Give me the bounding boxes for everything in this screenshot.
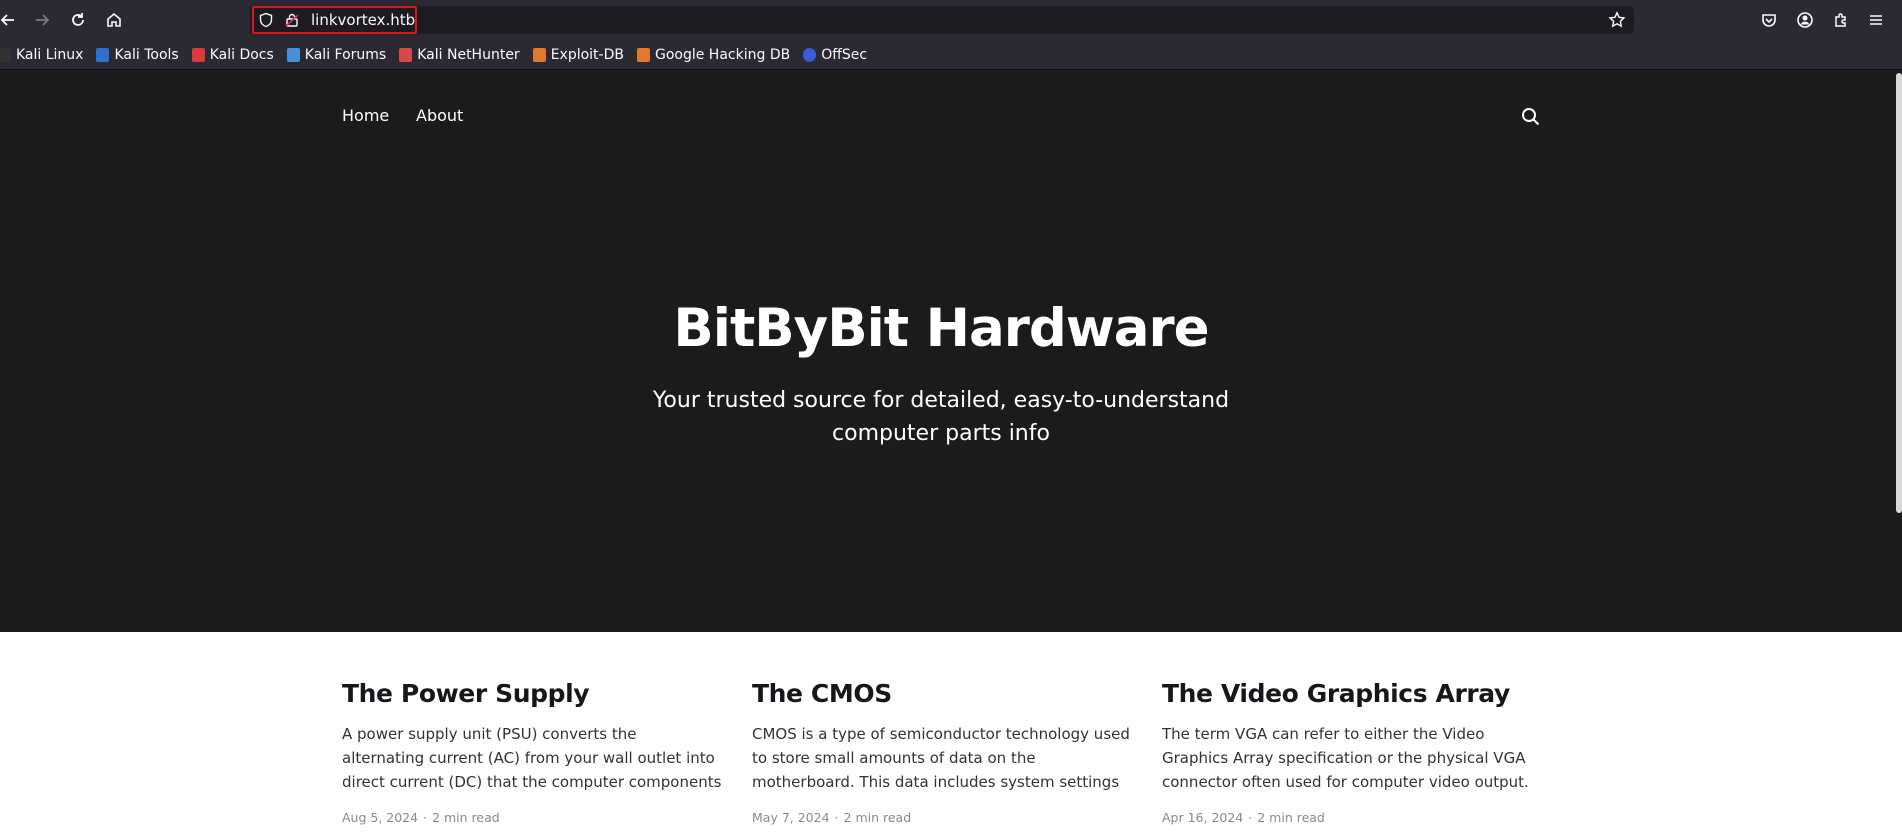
bookmark-star-icon[interactable] — [1608, 11, 1626, 29]
kali-nethunter-icon — [399, 47, 413, 62]
bookmark-label: OffSec — [821, 46, 868, 63]
pocket-button[interactable] — [1757, 8, 1781, 32]
post-title[interactable]: The Power Supply — [342, 676, 722, 712]
post-reading-time: 2 min read — [843, 810, 912, 825]
post-date: May 7, 2024 — [752, 810, 830, 825]
hamburger-menu-icon — [1870, 15, 1882, 25]
back-arrow-icon — [0, 14, 14, 26]
post-title[interactable]: The CMOS — [752, 676, 1132, 712]
bookmark-kali-tools[interactable]: Kali Tools — [96, 46, 179, 63]
post-excerpt: A power supply unit (PSU) converts the a… — [342, 725, 722, 791]
post-excerpt: CMOS is a type of semiconductor technolo… — [752, 725, 1130, 791]
post-excerpt: The term VGA can refer to either the Vid… — [1162, 725, 1529, 791]
meta-separator: · — [834, 810, 839, 825]
scrollbar[interactable] — [1896, 73, 1902, 513]
nav-about-link[interactable]: About — [416, 106, 463, 125]
nav-home-link[interactable]: Home — [342, 106, 389, 125]
reload-button[interactable] — [66, 8, 90, 32]
post-reading-time: 2 min read — [1257, 810, 1325, 825]
post-title[interactable]: The Video Graphics Array — [1162, 676, 1542, 712]
back-button[interactable] — [0, 8, 20, 32]
browser-toolbar: linkvortex.htb — [0, 0, 1902, 40]
site-hero: Home About BitByBit Hardware Your truste… — [0, 70, 1902, 632]
bookmark-kali-nethunter[interactable]: Kali NetHunter — [399, 46, 520, 63]
post-meta: Apr 16, 2024 · 2 min read — [1162, 810, 1542, 825]
bookmark-exploit-db[interactable]: Exploit-DB — [532, 46, 624, 63]
bookmark-label: Kali Forums — [304, 46, 387, 63]
account-button[interactable] — [1793, 8, 1817, 32]
search-icon[interactable] — [1520, 106, 1542, 128]
google-hacking-db-icon — [636, 47, 650, 62]
bookmark-label: Kali Linux — [16, 46, 84, 63]
bookmarks-bar: Kali Linux Kali Tools Kali Docs Kali For… — [0, 40, 1902, 70]
post-card[interactable]: The CMOS CMOS is a type of semiconductor… — [752, 676, 1132, 825]
exploit-db-icon — [532, 47, 546, 62]
bookmark-kali-linux[interactable]: Kali Linux — [0, 47, 83, 63]
post-date: Aug 5, 2024 — [342, 810, 419, 825]
kali-dragon-icon — [0, 47, 11, 62]
url-bar[interactable] — [250, 6, 1634, 34]
menu-button[interactable] — [1864, 8, 1888, 32]
bookmark-google-hacking-db[interactable]: Google Hacking DB — [636, 46, 791, 63]
kali-forums-icon — [286, 47, 300, 62]
bookmark-offsec[interactable]: OffSec — [803, 47, 867, 63]
home-button[interactable] — [102, 8, 126, 32]
forward-button[interactable] — [30, 8, 54, 32]
bookmark-label: Google Hacking DB — [654, 46, 791, 63]
url-highlight-box — [252, 6, 417, 34]
puzzle-icon — [1835, 13, 1846, 27]
reload-icon — [72, 13, 84, 26]
site-title: BitByBit Hardware — [673, 298, 1209, 359]
post-date: Apr 16, 2024 — [1162, 810, 1244, 825]
kali-tools-icon — [96, 47, 110, 62]
pocket-icon — [1762, 14, 1776, 27]
post-card[interactable]: The Power Supply A power supply unit (PS… — [342, 676, 722, 825]
post-meta: Aug 5, 2024 · 2 min read — [342, 810, 722, 825]
meta-separator: · — [423, 810, 428, 825]
post-meta: May 7, 2024 · 2 min read — [752, 810, 1132, 825]
offsec-icon — [803, 47, 817, 62]
post-reading-time: 2 min read — [432, 810, 500, 825]
site-description: Your trusted source for detailed, easy-t… — [652, 388, 1230, 446]
forward-arrow-icon — [36, 14, 50, 26]
post-card[interactable]: The Video Graphics Array The term VGA ca… — [1162, 676, 1542, 825]
bookmark-label: Kali NetHunter — [417, 46, 520, 63]
kali-docs-icon — [191, 47, 205, 62]
bookmark-label: Exploit-DB — [550, 46, 624, 63]
meta-separator: · — [1248, 810, 1253, 825]
account-icon — [1797, 12, 1813, 28]
bookmark-kali-docs[interactable]: Kali Docs — [191, 46, 274, 63]
extensions-button[interactable] — [1829, 8, 1853, 32]
bookmark-kali-forums[interactable]: Kali Forums — [286, 46, 387, 63]
bookmark-label: Kali Docs — [209, 46, 274, 63]
bookmark-label: Kali Tools — [114, 46, 179, 63]
home-icon — [107, 12, 121, 27]
